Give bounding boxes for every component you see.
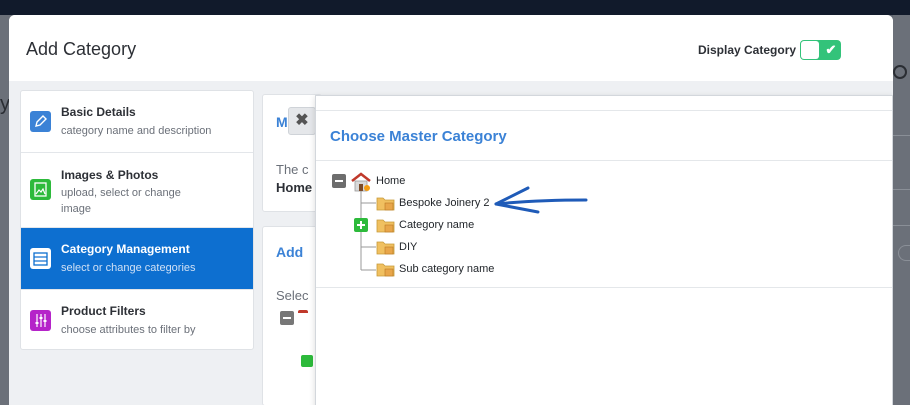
- cabinet-icon: [30, 248, 51, 269]
- folder-icon: [376, 216, 396, 239]
- nav-item-title: Basic Details: [61, 105, 136, 119]
- collapse-icon[interactable]: [280, 311, 294, 325]
- tree-node-label: Sub category name: [399, 263, 495, 275]
- choose-master-category-popup: Choose Master Category Home Bespoke Join…: [315, 95, 893, 405]
- category-sidebar-nav: Basic Details category name and descript…: [20, 90, 254, 350]
- display-category-label: Display Category: [698, 43, 797, 57]
- image-icon: [30, 179, 51, 200]
- nav-item-category-management[interactable]: Category Management select or change cat…: [21, 228, 253, 290]
- tree-node-bespoke-joinery-2[interactable]: Bespoke Joinery 2: [376, 194, 536, 212]
- close-popup-button[interactable]: ✖: [288, 107, 316, 135]
- modal-title: Add Category: [26, 39, 137, 59]
- add-category-panel: Add Selec: [262, 226, 322, 405]
- folder-icon: [376, 260, 396, 283]
- expand-icon[interactable]: [301, 355, 313, 367]
- tree-node-label: Bespoke Joinery 2: [399, 197, 490, 209]
- expand-icon[interactable]: [354, 218, 368, 232]
- nav-item-title: Product Filters: [61, 304, 146, 318]
- tree-node-home[interactable]: Home: [332, 172, 452, 192]
- nav-item-title: Images & Photos: [61, 168, 159, 182]
- nav-item-desc: upload, select or change image: [61, 187, 181, 215]
- page-top-bar: [0, 0, 910, 15]
- background-right: [893, 15, 910, 405]
- nav-item-desc: choose attributes to filter by: [61, 324, 196, 336]
- modal-header: Add Category Display Category ✔: [9, 15, 893, 81]
- add-panel-heading: Add: [276, 244, 304, 260]
- tree-node-category-name[interactable]: Category name: [354, 216, 514, 234]
- add-category-modal: Add Category Display Category ✔ Basic De…: [9, 15, 893, 405]
- master-panel-text: The c: [276, 162, 309, 177]
- toggle-knob: [801, 41, 819, 59]
- check-icon: ✔: [825, 42, 837, 57]
- tree-node-diy[interactable]: DIY: [376, 238, 496, 256]
- background-circle-icon: [893, 65, 907, 79]
- folder-icon: [376, 194, 396, 217]
- tree-node-label: Category name: [399, 219, 475, 231]
- nav-item-desc: category name and description: [61, 125, 212, 137]
- tree-node-sub-category-name[interactable]: Sub category name: [376, 260, 536, 278]
- home-icon: [298, 310, 308, 318]
- display-category-toggle[interactable]: ✔: [800, 40, 841, 60]
- close-icon: ✖: [295, 112, 309, 129]
- tree-node-label: Home: [376, 175, 406, 187]
- nav-item-images-photos[interactable]: Images & Photos upload, select or change…: [21, 153, 253, 228]
- nav-item-title: Category Management: [61, 242, 190, 256]
- master-panel-value: Home: [276, 180, 313, 195]
- folder-icon: [376, 238, 396, 261]
- sliders-icon: [30, 310, 51, 331]
- pencil-icon: [30, 111, 51, 132]
- collapse-icon[interactable]: [332, 174, 346, 188]
- add-panel-text: Selec: [276, 288, 309, 303]
- home-icon: [350, 172, 372, 197]
- nav-item-product-filters[interactable]: Product Filters choose attributes to fil…: [21, 290, 253, 352]
- nav-item-basic-details[interactable]: Basic Details category name and descript…: [21, 91, 253, 153]
- nav-item-desc: select or change categories: [61, 262, 196, 274]
- tree-node-label: DIY: [399, 241, 418, 253]
